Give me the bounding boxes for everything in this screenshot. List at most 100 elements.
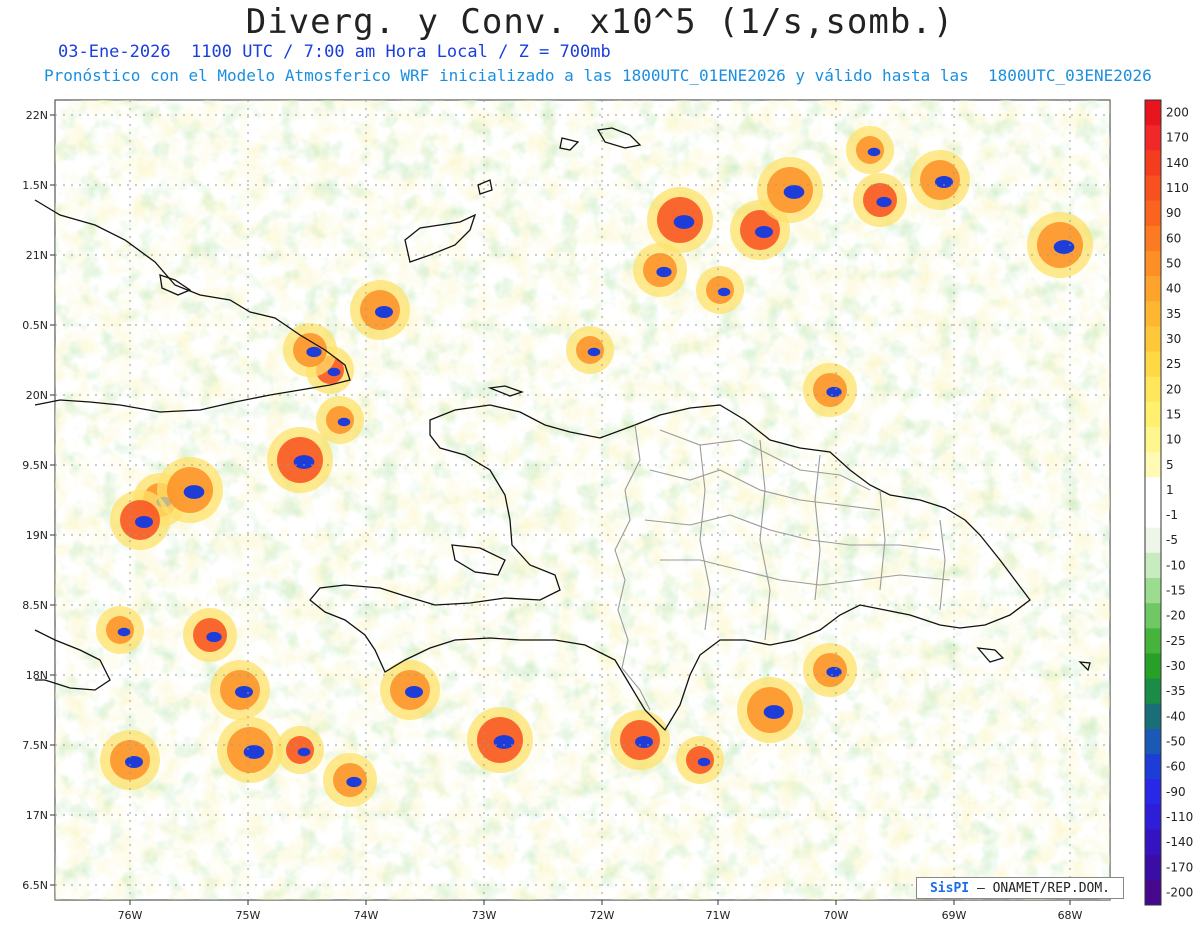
colorbar-label: 60 (1166, 231, 1181, 245)
colorbar-swatch (1145, 200, 1161, 227)
colorbar-swatch (1145, 276, 1161, 302)
lon-label: 71W (706, 909, 731, 922)
colorbar-swatch (1145, 754, 1161, 780)
model-run-subtitle: Pronóstico con el Modelo Atmosferico WRF… (44, 66, 1152, 85)
colorbar-label: 200 (1166, 106, 1189, 120)
colorbar-label: 40 (1166, 282, 1181, 296)
colorbar-swatch (1145, 628, 1161, 654)
lat-label: 8.5N (22, 599, 48, 612)
cell-convergence (235, 686, 253, 698)
colorbar-swatch (1145, 477, 1161, 503)
colorbar-swatch (1145, 427, 1161, 453)
cell-convergence (755, 226, 773, 238)
colorbar-label: -1 (1166, 508, 1178, 522)
cell-convergence (337, 417, 351, 427)
colorbar-label: -200 (1166, 885, 1193, 899)
colorbar-label: -170 (1166, 860, 1193, 874)
colorbar-label: 10 (1166, 433, 1181, 447)
cell-convergence (697, 757, 711, 767)
colorbar-swatch (1145, 452, 1161, 478)
colorbar-label: -10 (1166, 558, 1186, 572)
cell-convergence (867, 147, 881, 157)
colorbar: 200 170 140 110 90 60 50 40 35 30 25 20 15 10 5 1 -1 -5 -1… (1144, 99, 1193, 906)
colorbar-label: 5 (1166, 458, 1174, 472)
lat-label: 19N (26, 529, 48, 542)
cell-convergence (826, 666, 842, 678)
plot-area (54, 99, 1111, 901)
divergence-map: 22N 1.5N 21N 0.5N 20N 9.5N 19N 8.5N 18N 7.5N 17N 6.… (22, 99, 1193, 922)
colorbar-label: 25 (1166, 357, 1181, 371)
colorbar-label: 15 (1166, 407, 1181, 421)
colorbar-swatch (1145, 401, 1161, 428)
colorbar-swatch (1145, 879, 1161, 906)
colorbar-label: -15 (1166, 584, 1186, 598)
cell-convergence (783, 185, 805, 199)
lat-label: 20N (26, 389, 48, 402)
longitude-labels: 76W 75W 74W 73W 72W 71W 70W 69W 68W (118, 909, 1083, 922)
lat-label: 22N (26, 109, 48, 122)
colorbar-swatch (1145, 603, 1161, 629)
cell-convergence (635, 736, 653, 748)
colorbar-swatch (1145, 502, 1161, 529)
colorbar-swatch (1145, 376, 1161, 403)
cell-convergence (717, 287, 731, 297)
cell-convergence (493, 735, 515, 749)
latitude-labels: 22N 1.5N 21N 0.5N 20N 9.5N 19N 8.5N 18N 7.5N 17N 6.… (22, 109, 48, 892)
lon-label: 74W (354, 909, 379, 922)
lat-label: 21N (26, 249, 48, 262)
colorbar-label: -50 (1166, 734, 1186, 748)
colorbar-label: -20 (1166, 609, 1186, 623)
colorbar-swatch (1145, 653, 1161, 680)
cell-convergence (826, 386, 842, 398)
colorbar-swatch (1145, 125, 1161, 151)
lon-label: 75W (236, 909, 261, 922)
lat-label: 6.5N (22, 879, 48, 892)
cell-convergence (297, 747, 311, 757)
lon-label: 76W (118, 909, 143, 922)
colorbar-label: 35 (1166, 307, 1181, 321)
map-title: Diverg. y Conv. x10^5 (1/s,somb.) (245, 2, 955, 42)
lon-label: 70W (824, 909, 849, 922)
lat-label: 1.5N (22, 179, 48, 192)
colorbar-label: 140 (1166, 156, 1189, 170)
lon-label: 68W (1058, 909, 1083, 922)
colorbar-label: -25 (1166, 634, 1186, 648)
cell-convergence (293, 455, 315, 469)
colorbar-swatch (1145, 577, 1161, 604)
colorbar-label: 30 (1166, 332, 1181, 346)
cell-convergence (306, 346, 322, 358)
colorbar-swatch (1145, 703, 1161, 730)
colorbar-swatch (1145, 854, 1161, 881)
cell-convergence (763, 705, 785, 719)
cell-convergence (405, 686, 423, 698)
colorbar-swatch (1145, 804, 1161, 831)
colorbar-swatch (1145, 351, 1161, 378)
cell-convergence (135, 516, 153, 528)
colorbar-label: -90 (1166, 785, 1186, 799)
lon-label: 69W (942, 909, 967, 922)
lat-label: 17N (26, 809, 48, 822)
colorbar-label: -35 (1166, 684, 1186, 698)
colorbar-label: 170 (1166, 131, 1189, 145)
colorbar-swatch (1145, 225, 1161, 252)
cell-convergence (673, 215, 695, 229)
lon-label: 73W (472, 909, 497, 922)
cell-convergence (346, 776, 362, 788)
cell-convergence (876, 196, 892, 208)
colorbar-label: -60 (1166, 760, 1186, 774)
cell-convergence (1053, 240, 1075, 254)
colorbar-swatch (1145, 552, 1161, 579)
cell-convergence (656, 266, 672, 278)
cell-convergence (375, 306, 393, 318)
cell-convergence (243, 745, 265, 759)
colorbar-label: 50 (1166, 257, 1181, 271)
colorbar-label: 110 (1166, 181, 1189, 195)
colorbar-swatch (1145, 678, 1161, 705)
colorbar-label: -40 (1166, 709, 1186, 723)
colorbar-label: 90 (1166, 206, 1181, 220)
colorbar-swatch (1145, 829, 1161, 856)
credit-text: – ONAMET/REP.DOM. (969, 880, 1111, 896)
lat-label: 18N (26, 669, 48, 682)
lat-label: 7.5N (22, 739, 48, 752)
valid-time-subtitle: 03-Ene-2026 1100 UTC / 7:00 am Hora Loca… (58, 42, 611, 62)
